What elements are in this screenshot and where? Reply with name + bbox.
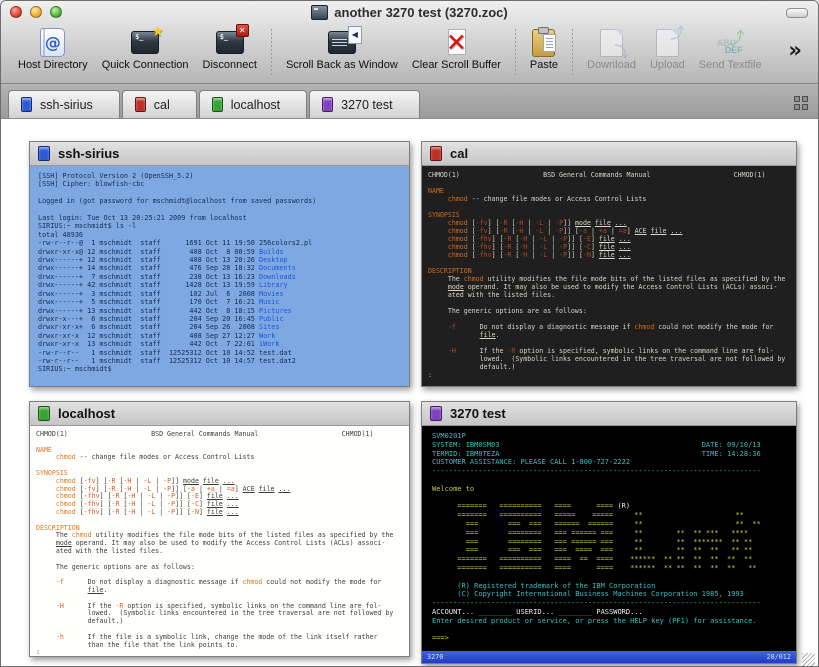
toolbar-separator xyxy=(515,29,516,77)
toolbar: @ Host Directory $_★ Quick Connection $_… xyxy=(1,23,818,86)
paste-button[interactable]: Paste xyxy=(530,26,558,71)
tab-label: localhost xyxy=(231,98,280,112)
scroll-back-as-window-button[interactable]: ◀ Scroll Back as Window xyxy=(286,26,398,71)
panel-header-ssh-sirius[interactable]: ssh-sirius xyxy=(30,142,409,166)
red-x-icon: ✕ xyxy=(443,28,470,56)
tab-label: ssh-sirius xyxy=(40,98,93,112)
terminal-localhost[interactable]: CHMOD(1) BSD General Commands Manual CHM… xyxy=(30,426,409,656)
tab-label: 3270 test xyxy=(341,98,392,112)
session-color-icon xyxy=(38,146,50,161)
session-color-icon xyxy=(430,406,442,421)
toolbar-separator xyxy=(271,29,272,77)
panel-title: ssh-sirius xyxy=(58,146,119,161)
window-chrome: another 3270 test (3270.zoc) @ Host Dire… xyxy=(1,1,818,84)
toolbar-label: Clear Scroll Buffer xyxy=(412,59,501,71)
tab-localhost[interactable]: localhost xyxy=(199,90,307,118)
terminal-cal[interactable]: CHMOD(1) BSD General Commands Manual CHM… xyxy=(422,166,796,386)
send-textfile-button: ABCDEF⤴ Send Textfile xyxy=(699,26,762,71)
toolbar-toggle-button[interactable] xyxy=(786,8,808,18)
panel-title: cal xyxy=(450,146,468,161)
host-directory-button[interactable]: @ Host Directory xyxy=(18,26,88,71)
upload-file-icon: ⤴ xyxy=(656,29,679,57)
panel-3270-test: 3270 test SVM0201PSYSTEM: IBM0SM03 DATE:… xyxy=(421,401,797,664)
status-emulation: 3270 xyxy=(427,653,443,661)
status-cursor-position: 20/012 xyxy=(766,653,791,661)
zoom-button[interactable] xyxy=(50,6,62,18)
panel-localhost: localhost CHMOD(1) BSD General Commands … xyxy=(29,401,410,657)
title-bar[interactable]: another 3270 test (3270.zoc) xyxy=(1,1,818,23)
panel-header-3270-test[interactable]: 3270 test xyxy=(422,402,796,426)
send-textfile-icon: ABCDEF⤴ xyxy=(717,29,744,56)
toolbar-label: Host Directory xyxy=(18,59,88,71)
tab-ssh-sirius[interactable]: ssh-sirius xyxy=(8,90,120,118)
back-arrow-icon: ◀ xyxy=(348,26,362,44)
clear-icon: ✕ xyxy=(443,28,470,56)
clear-scroll-buffer-button[interactable]: ✕ Clear Scroll Buffer xyxy=(412,26,501,71)
tab-bar: ssh-sirius cal localhost 3270 test xyxy=(1,84,818,119)
toolbar-separator xyxy=(572,29,573,77)
app-window: another 3270 test (3270.zoc) @ Host Dire… xyxy=(0,0,819,667)
terminal-3270-test[interactable]: SVM0201PSYSTEM: IBM0SM03 DATE: 09/10/13T… xyxy=(422,426,796,651)
tab-cal[interactable]: cal xyxy=(122,90,197,118)
address-book-icon: @ xyxy=(40,28,65,57)
tab-label: cal xyxy=(154,98,170,112)
session-color-icon xyxy=(21,97,32,112)
download-button: ⤵ Download xyxy=(587,26,636,71)
toolbar-label: Disconnect xyxy=(203,59,257,71)
toolbar-label: Scroll Back as Window xyxy=(286,59,398,71)
terminal-icon: $_✕ xyxy=(216,31,244,54)
panel-cal: cal CHMOD(1) BSD General Commands Manual… xyxy=(421,141,797,387)
disconnect-button[interactable]: $_✕ Disconnect xyxy=(203,26,257,71)
close-badge-icon: ✕ xyxy=(236,24,249,37)
toolbar-overflow-chevron[interactable]: » xyxy=(788,38,812,74)
close-button[interactable] xyxy=(10,6,22,18)
window-title: another 3270 test (3270.zoc) xyxy=(334,5,507,20)
quick-connection-button[interactable]: $_★ Quick Connection xyxy=(102,26,189,71)
panel-header-cal[interactable]: cal xyxy=(422,142,796,166)
terminal-ssh-sirius[interactable]: [SSH] Protocol Version 2 (OpenSSH_5.2)[S… xyxy=(30,166,409,386)
tiled-sessions-area: ssh-sirius [SSH] Protocol Version 2 (Ope… xyxy=(1,119,818,667)
tile-view-button[interactable] xyxy=(794,96,808,110)
terminal-icon: $_★ xyxy=(131,31,159,54)
toolbar-label: Send Textfile xyxy=(699,59,762,71)
panel-title: 3270 test xyxy=(450,406,506,421)
session-color-icon xyxy=(38,406,50,421)
down-arrow-icon: ⤵ xyxy=(614,41,629,62)
resize-grip[interactable] xyxy=(802,653,815,666)
session-color-icon xyxy=(322,97,333,112)
traffic-lights xyxy=(10,6,62,18)
toolbar-label: Upload xyxy=(650,59,685,71)
panel-ssh-sirius: ssh-sirius [SSH] Protocol Version 2 (Ope… xyxy=(29,141,410,387)
minimize-button[interactable] xyxy=(30,6,42,18)
up-arrow-icon: ⤴ xyxy=(670,22,685,43)
panel-header-localhost[interactable]: localhost xyxy=(30,402,409,426)
session-color-icon xyxy=(135,97,146,112)
tab-3270-test[interactable]: 3270 test xyxy=(309,90,419,118)
document-icon xyxy=(311,5,328,20)
toolbar-label: Quick Connection xyxy=(102,59,189,71)
terminal-icon: ◀ xyxy=(328,31,356,54)
terminal-status-bar: 3270 20/012 xyxy=(422,651,796,663)
clipboard-icon xyxy=(532,29,555,57)
session-color-icon xyxy=(212,97,223,112)
star-icon: ★ xyxy=(152,24,165,40)
upload-button: ⤴ Upload xyxy=(650,26,685,71)
toolbar-label: Paste xyxy=(530,59,558,71)
green-arrow-icon: ⤴ xyxy=(729,24,745,48)
panel-title: localhost xyxy=(58,406,115,421)
download-file-icon: ⤵ xyxy=(600,29,623,57)
session-color-icon xyxy=(430,146,442,161)
